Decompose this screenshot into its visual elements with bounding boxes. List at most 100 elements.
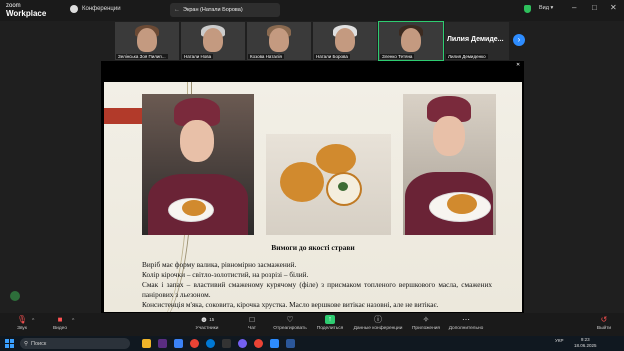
zoom-icon[interactable]	[270, 339, 279, 348]
app-icon[interactable]	[222, 339, 231, 348]
heart-icon: ♡	[286, 315, 294, 324]
video-off-icon: ■	[57, 315, 63, 324]
chrome-icon[interactable]	[190, 339, 199, 348]
security-shield-icon[interactable]	[524, 5, 531, 13]
participant-face	[203, 28, 223, 52]
more-icon: ⋯	[462, 315, 470, 324]
apps-label: Приложения	[411, 326, 441, 331]
windows-start-icon[interactable]	[5, 339, 14, 348]
back-arrow-icon[interactable]: ←	[174, 7, 180, 13]
cutlet	[447, 194, 477, 214]
slide-title: Вимоги до якості страви	[271, 243, 355, 252]
next-page-button[interactable]: ›	[513, 34, 525, 46]
participant-face	[335, 28, 355, 52]
conferences-tab[interactable]: Конференции	[70, 5, 121, 13]
participant-tile-active[interactable]: Зленко Тетяна	[378, 21, 444, 61]
conferences-label: Конференции	[82, 6, 121, 12]
leave-icon: ↺	[600, 315, 608, 324]
share-label: Поделиться	[316, 326, 344, 331]
participant-name: Зелінська Зоя Пилип...	[116, 54, 168, 59]
word-icon[interactable]	[286, 339, 295, 348]
search-placeholder: Поиск	[31, 340, 47, 347]
view-label: Вид	[539, 5, 549, 11]
participant-big-name: Лилия Демиде...	[447, 36, 504, 43]
maximize-icon[interactable]: □	[592, 3, 597, 12]
audio-label: Звук	[17, 326, 27, 331]
leave-label: Выйти	[596, 326, 612, 331]
meeting-toolbar: 🎙 Звук ^ ■ Видео ^ ☻ 15 Участники □ Чат ♡…	[0, 313, 624, 336]
participant-face	[401, 28, 421, 52]
apps-icon: ✧	[422, 315, 430, 324]
participant-tile[interactable]: Зелінська Зоя Пилип...	[115, 22, 179, 60]
info-label: Данные конференции	[353, 326, 403, 331]
share-button[interactable]: ↑ Поделиться	[308, 315, 352, 331]
participant-name: Натали Нова	[182, 54, 214, 59]
photo-student-right	[403, 94, 496, 235]
info-icon: ⓘ	[374, 315, 382, 324]
app-icon[interactable]	[158, 339, 167, 348]
close-share-icon[interactable]: ✕	[516, 62, 520, 68]
participant-strip: Зелінська Зоя Пилип... Натали Нова Козов…	[115, 21, 509, 61]
participants-count: 15	[209, 317, 215, 322]
taskbar-search[interactable]: ⚲ Поиск	[20, 338, 130, 349]
participant-tile[interactable]: Натали Борова	[313, 22, 377, 60]
react-button[interactable]: ♡ Отреагировать	[268, 315, 312, 331]
app-icon[interactable]	[174, 339, 183, 348]
decor-red-bar	[104, 108, 144, 124]
zoom-window: zoom Workplace Конференции ← Экран (Ната…	[0, 0, 624, 351]
logo-line2: Workplace	[6, 9, 47, 18]
apps-button[interactable]: ✧ Приложения	[404, 315, 448, 331]
search-icon: ⚲	[24, 340, 29, 347]
cutlet	[316, 144, 356, 174]
viber-icon[interactable]	[238, 339, 247, 348]
participant-name: Лилия Демиденко	[446, 54, 488, 59]
participant-face	[137, 28, 157, 52]
cutlet	[182, 200, 206, 216]
meeting-info-button[interactable]: ⓘ Данные конференции	[353, 315, 403, 331]
screen-share-tab[interactable]: ← Экран (Натали Борова)	[170, 3, 280, 17]
folder-icon[interactable]	[142, 339, 151, 348]
title-bar: zoom Workplace Конференции ← Экран (Ната…	[0, 0, 624, 21]
presentation-slide: Вимоги до якості страви Виріб має форму …	[104, 82, 522, 312]
participant-name: Натали Борова	[314, 54, 350, 59]
slide-body: Виріб має форму валика, рівномірно засма…	[142, 260, 492, 310]
cutlet	[280, 162, 324, 202]
video-label: Видео	[52, 326, 67, 331]
app-badge-icon[interactable]	[10, 291, 20, 301]
participant-name: Зленко Тетяна	[380, 54, 415, 59]
os-taskbar: ⚲ Поиск УКР 9:23 18.06.2025	[0, 336, 624, 351]
more-button[interactable]: ⋯ Дополнительно	[444, 315, 488, 331]
chevron-up-icon[interactable]: ^	[32, 318, 34, 324]
react-label: Отреагировать	[273, 326, 307, 331]
participant-tile[interactable]: Натали Нова	[181, 22, 245, 60]
chrome-icon[interactable]	[254, 339, 263, 348]
photo-dish	[266, 134, 391, 235]
participant-tile[interactable]: Козова Наталія	[247, 22, 311, 60]
participant-face	[269, 28, 289, 52]
paw-icon	[70, 5, 78, 13]
slide-line: Виріб має форму валика, рівномірно засма…	[142, 260, 297, 269]
close-icon[interactable]: ✕	[610, 3, 617, 12]
people-icon: ☻ 15	[199, 315, 215, 324]
video-button[interactable]: ■ Видео	[38, 315, 82, 331]
herbs	[338, 182, 348, 191]
participants-label: Участники	[195, 326, 219, 331]
clock-date: 18.06.2025	[574, 343, 597, 348]
edge-icon[interactable]	[206, 339, 215, 348]
clock[interactable]: 9:23 18.06.2025	[574, 337, 597, 349]
chat-icon: □	[249, 315, 255, 324]
more-label: Дополнительно	[448, 326, 484, 331]
participant-tile[interactable]: Лилия Демиде... Лилия Демиденко	[445, 22, 509, 60]
slide-line: Смак і запах – властивий смаженому куряч…	[142, 280, 492, 299]
leave-button[interactable]: ↺ Выйти	[582, 315, 624, 331]
mic-muted-icon: 🎙	[16, 315, 28, 324]
participants-button[interactable]: ☻ 15 Участники	[185, 315, 229, 331]
view-button[interactable]: Вид ▾	[539, 5, 553, 11]
zoom-logo: zoom Workplace	[6, 2, 46, 18]
chef-face	[180, 120, 214, 162]
minimize-icon[interactable]: –	[572, 3, 576, 12]
slide-line: Колір кірочки – світло-золотистий, на ро…	[142, 270, 309, 279]
chef-face	[433, 116, 465, 156]
language-indicator[interactable]: УКР	[555, 338, 563, 343]
chevron-up-icon[interactable]: ^	[72, 318, 74, 324]
